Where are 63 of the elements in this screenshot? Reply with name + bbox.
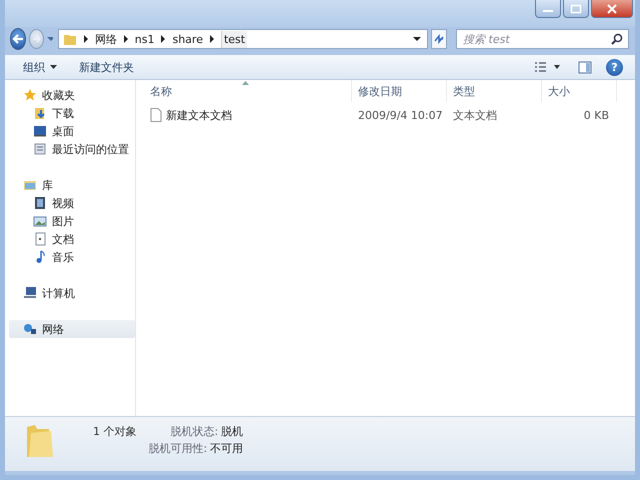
recent-icon bbox=[33, 142, 47, 156]
sidebar-item[interactable]: 图片 bbox=[5, 212, 135, 230]
breadcrumb-item[interactable]: ns1 bbox=[134, 32, 154, 46]
desktop-icon bbox=[33, 124, 47, 138]
left-arrow-icon bbox=[11, 33, 26, 45]
refresh-icon bbox=[432, 33, 445, 45]
column-header[interactable]: 修改日期 bbox=[352, 80, 447, 102]
toolbar-button[interactable]: 组织 bbox=[19, 58, 61, 76]
status-value: 脱机 bbox=[221, 424, 244, 439]
item-count: 1 个对象 bbox=[93, 424, 136, 439]
column-header[interactable]: 类型 bbox=[447, 80, 542, 102]
chevron-icon bbox=[82, 35, 89, 43]
sidebar-item[interactable]: 最近访问的位置 bbox=[5, 140, 135, 158]
document-icon bbox=[33, 232, 47, 246]
folder-icon bbox=[25, 423, 55, 459]
table-cell: 文本文档 bbox=[453, 108, 497, 122]
file-name[interactable]: 新建文本文档 bbox=[166, 108, 232, 122]
library-icon bbox=[23, 178, 37, 192]
star-icon bbox=[23, 88, 37, 102]
close-icon bbox=[606, 4, 618, 14]
picture-icon bbox=[33, 214, 47, 228]
back-button[interactable] bbox=[10, 28, 26, 50]
sidebar-item[interactable]: 文档 bbox=[5, 230, 135, 248]
chevron-icon bbox=[160, 35, 166, 43]
breadcrumb-item[interactable]: share bbox=[172, 32, 203, 46]
maximize-button[interactable] bbox=[563, 0, 589, 18]
sidebar-item[interactable]: 下载 bbox=[5, 104, 135, 122]
sidebar-item[interactable]: 视频 bbox=[5, 194, 135, 212]
search-icon bbox=[611, 33, 624, 45]
sidebar-item[interactable]: 库 bbox=[5, 176, 135, 194]
sidebar-item[interactable]: 音乐 bbox=[5, 248, 135, 266]
preview-pane-icon[interactable] bbox=[578, 60, 592, 74]
toolbar-button[interactable]: 新建文件夹 bbox=[75, 58, 138, 76]
table-cell: 2009/9/4 10:07 bbox=[358, 108, 443, 122]
video-icon bbox=[33, 196, 47, 210]
status-value: 不可用 bbox=[210, 441, 244, 456]
sidebar-item[interactable]: 桌面 bbox=[5, 122, 135, 140]
column-header[interactable]: 大小 bbox=[542, 80, 617, 102]
minimize-button[interactable] bbox=[535, 0, 561, 18]
search-field[interactable]: 搜索 test bbox=[456, 29, 630, 49]
download-icon bbox=[33, 106, 47, 120]
column-header[interactable]: 名称 bbox=[144, 80, 352, 102]
dropdown-icon[interactable] bbox=[412, 36, 421, 42]
status-label: 脱机可用性: bbox=[148, 441, 208, 456]
chevron-icon bbox=[208, 35, 215, 43]
status-label: 脱机状态: bbox=[170, 424, 218, 439]
text-file-icon bbox=[150, 108, 162, 122]
right-arrow-icon bbox=[30, 33, 43, 45]
breadcrumb-item[interactable]: test bbox=[220, 30, 248, 48]
table-cell: 0 KB bbox=[584, 108, 609, 122]
close-button[interactable] bbox=[591, 0, 633, 18]
address-bar[interactable]: 网络 ns1 share test bbox=[58, 29, 428, 49]
folder-icon bbox=[62, 32, 77, 46]
breadcrumb-item[interactable]: 网络 bbox=[94, 32, 117, 46]
computer-icon bbox=[23, 286, 37, 300]
sidebar-item[interactable]: 计算机 bbox=[5, 284, 135, 302]
network-icon bbox=[23, 322, 37, 336]
refresh-button[interactable] bbox=[430, 29, 448, 49]
maximize-icon bbox=[570, 4, 582, 14]
sidebar-item[interactable]: 网络 bbox=[9, 320, 135, 338]
sidebar-item[interactable]: 收藏夹 bbox=[5, 86, 135, 104]
history-dropdown-icon[interactable] bbox=[47, 36, 53, 42]
chevron-icon bbox=[122, 35, 129, 43]
